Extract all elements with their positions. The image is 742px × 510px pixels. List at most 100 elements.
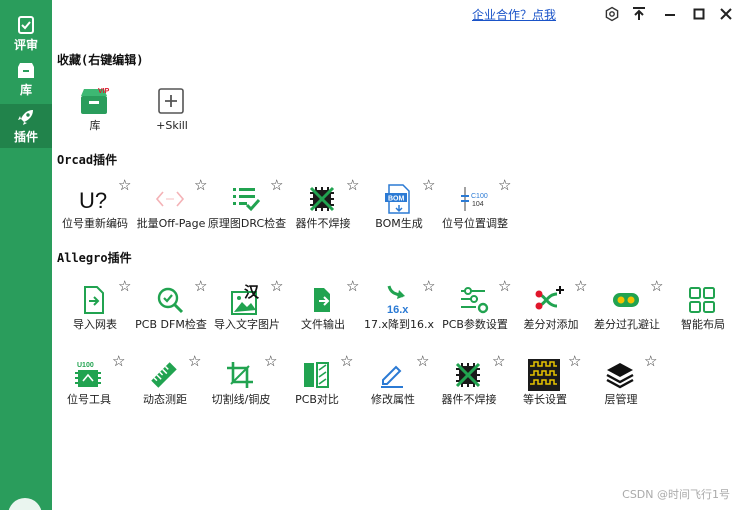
star-icon[interactable]: ☆ xyxy=(498,279,511,294)
tile-import-text-image[interactable]: 汉 ☆ 导入文字图片 xyxy=(210,279,284,351)
tile-label: 导入文字图片 xyxy=(214,318,280,331)
tile-length-match[interactable]: ☆ 等长设置 xyxy=(508,354,582,426)
sidebar-item-plugins[interactable]: 插件 xyxy=(0,104,52,148)
tile-file-output[interactable]: ☆ 文件输出 xyxy=(286,279,360,351)
svg-text:104: 104 xyxy=(472,201,484,208)
tile-label: 位号位置调整 xyxy=(442,217,508,230)
star-icon[interactable]: ☆ xyxy=(416,354,429,369)
svg-text:汉: 汉 xyxy=(244,284,260,301)
review-icon xyxy=(18,16,34,34)
tile-edit-property[interactable]: ☆ 修改属性 xyxy=(356,354,430,426)
star-icon[interactable]: ☆ xyxy=(644,354,657,369)
tile-label: PCB DFM检查 xyxy=(135,318,207,331)
tile-label: 库 xyxy=(89,119,101,132)
tile-offpage[interactable]: ☆ 批量Off-Page xyxy=(134,178,208,250)
star-icon[interactable]: ☆ xyxy=(264,354,277,369)
tile-smart-layout[interactable]: 智能布局 xyxy=(666,281,740,351)
star-icon[interactable]: ☆ xyxy=(118,279,131,294)
length-match-icon xyxy=(527,358,561,392)
tile-measure[interactable]: ☆ 动态测距 xyxy=(128,354,202,426)
tile-label: 智能布局 xyxy=(681,318,725,331)
cooperation-link[interactable]: 企业合作？点我 xyxy=(472,6,556,23)
tile-favorite-library[interactable]: VIP 库 xyxy=(58,82,132,152)
tile-no-solder[interactable]: ☆ 器件不焊接 xyxy=(286,178,360,250)
tile-label: 原理图DRC检查 xyxy=(207,217,287,230)
sidebar: 评审 库 插件 xyxy=(0,0,52,510)
tile-drc-check[interactable]: ☆ 原理图DRC检查 xyxy=(208,178,286,250)
tile-label: 17.x降到16.x xyxy=(363,318,434,331)
star-icon[interactable]: ☆ xyxy=(650,279,663,294)
tile-add-skill[interactable]: +Skill xyxy=(135,82,209,152)
star-icon[interactable]: ☆ xyxy=(270,279,283,294)
tile-bom[interactable]: BOM ☆ BOM生成 xyxy=(362,178,436,250)
pin-top-button[interactable] xyxy=(629,4,649,24)
tile-cut-copper[interactable]: ☆ 切割线/铜皮 xyxy=(204,354,278,426)
svg-text:BOM: BOM xyxy=(388,196,405,203)
diff-via-icon xyxy=(609,283,643,317)
tile-label: 差分过孔避让 xyxy=(594,318,660,331)
sidebar-item-review[interactable]: 评审 xyxy=(0,12,52,56)
import-text-image-icon: 汉 xyxy=(229,283,263,317)
favorites-section-title: 收藏(右键编辑) xyxy=(57,53,144,67)
star-icon[interactable]: ☆ xyxy=(188,354,201,369)
tile-renumber[interactable]: U? ☆ 位号重新编码 xyxy=(58,178,132,250)
settings-button[interactable] xyxy=(602,4,622,24)
star-icon[interactable]: ☆ xyxy=(340,354,353,369)
star-icon[interactable]: ☆ xyxy=(492,354,505,369)
cut-copper-icon xyxy=(223,358,257,392)
renumber-icon: U? xyxy=(77,182,111,216)
tile-label: 批量Off-Page xyxy=(136,217,206,230)
tile-pcb-compare[interactable]: ☆ PCB对比 xyxy=(280,354,354,426)
rocket-icon xyxy=(18,110,33,125)
tile-diff-pair-add[interactable]: ☆ 差分对添加 xyxy=(514,279,588,351)
orcad-section-title: Orcad插件 xyxy=(57,153,118,167)
sidebar-item-library[interactable]: 库 xyxy=(0,58,52,102)
star-icon[interactable]: ☆ xyxy=(498,178,511,193)
pcb-params-icon xyxy=(457,283,491,317)
star-icon[interactable]: ☆ xyxy=(112,354,125,369)
sidebar-item-label: 评审 xyxy=(13,38,38,52)
tile-downgrade[interactable]: 16.x ☆ 17.x降到16.x xyxy=(362,279,436,351)
star-icon[interactable]: ☆ xyxy=(346,279,359,294)
tile-label: 位号重新编码 xyxy=(62,217,128,230)
star-icon[interactable]: ☆ xyxy=(118,178,131,193)
maximize-button[interactable] xyxy=(689,4,709,24)
star-icon[interactable]: ☆ xyxy=(346,178,359,193)
star-icon[interactable]: ☆ xyxy=(194,279,207,294)
tile-refdes-tool[interactable]: U100 ☆ 位号工具 xyxy=(52,354,126,426)
tile-pcb-params[interactable]: ☆ PCB参数设置 xyxy=(438,279,512,351)
close-button[interactable] xyxy=(716,4,736,24)
file-output-icon xyxy=(305,283,339,317)
refdes-tool-icon: U100 xyxy=(71,358,105,392)
star-icon[interactable]: ☆ xyxy=(422,279,435,294)
star-icon[interactable]: ☆ xyxy=(568,354,581,369)
tile-diff-via[interactable]: ☆ 差分过孔避让 xyxy=(590,279,664,351)
tile-label: 导入网表 xyxy=(73,318,117,331)
tile-label: PCB参数设置 xyxy=(442,318,508,331)
tile-refdes-position[interactable]: C100 104 ☆ 位号位置调整 xyxy=(438,178,512,250)
star-icon[interactable]: ☆ xyxy=(270,178,283,193)
tile-layers[interactable]: ☆ 层管理 xyxy=(584,354,658,426)
avatar[interactable] xyxy=(8,498,42,510)
library-box-icon: VIP xyxy=(77,84,111,118)
star-icon[interactable]: ☆ xyxy=(422,178,435,193)
tile-import-netlist[interactable]: ☆ 导入网表 xyxy=(58,279,132,351)
offpage-icon xyxy=(153,182,187,216)
diff-pair-add-icon xyxy=(533,283,567,317)
layers-icon xyxy=(603,358,637,392)
no-solder-icon xyxy=(451,358,485,392)
pcb-compare-icon xyxy=(299,358,333,392)
star-icon[interactable]: ☆ xyxy=(194,178,207,193)
tile-label: 切割线/铜皮 xyxy=(211,393,271,406)
tile-label: 等长设置 xyxy=(523,393,567,406)
tile-label: 层管理 xyxy=(604,393,638,406)
tile-no-solder-allegro[interactable]: ☆ 器件不焊接 xyxy=(432,354,506,426)
tile-label: 动态测距 xyxy=(143,393,187,406)
minimize-button[interactable] xyxy=(660,4,680,24)
tile-dfm-check[interactable]: ☆ PCB DFM检查 xyxy=(134,279,208,351)
minimize-icon xyxy=(665,14,675,16)
star-icon[interactable]: ☆ xyxy=(574,279,587,294)
svg-text:U?: U? xyxy=(79,188,107,213)
tile-label: 差分对添加 xyxy=(523,318,579,331)
svg-text:VIP: VIP xyxy=(98,88,110,95)
